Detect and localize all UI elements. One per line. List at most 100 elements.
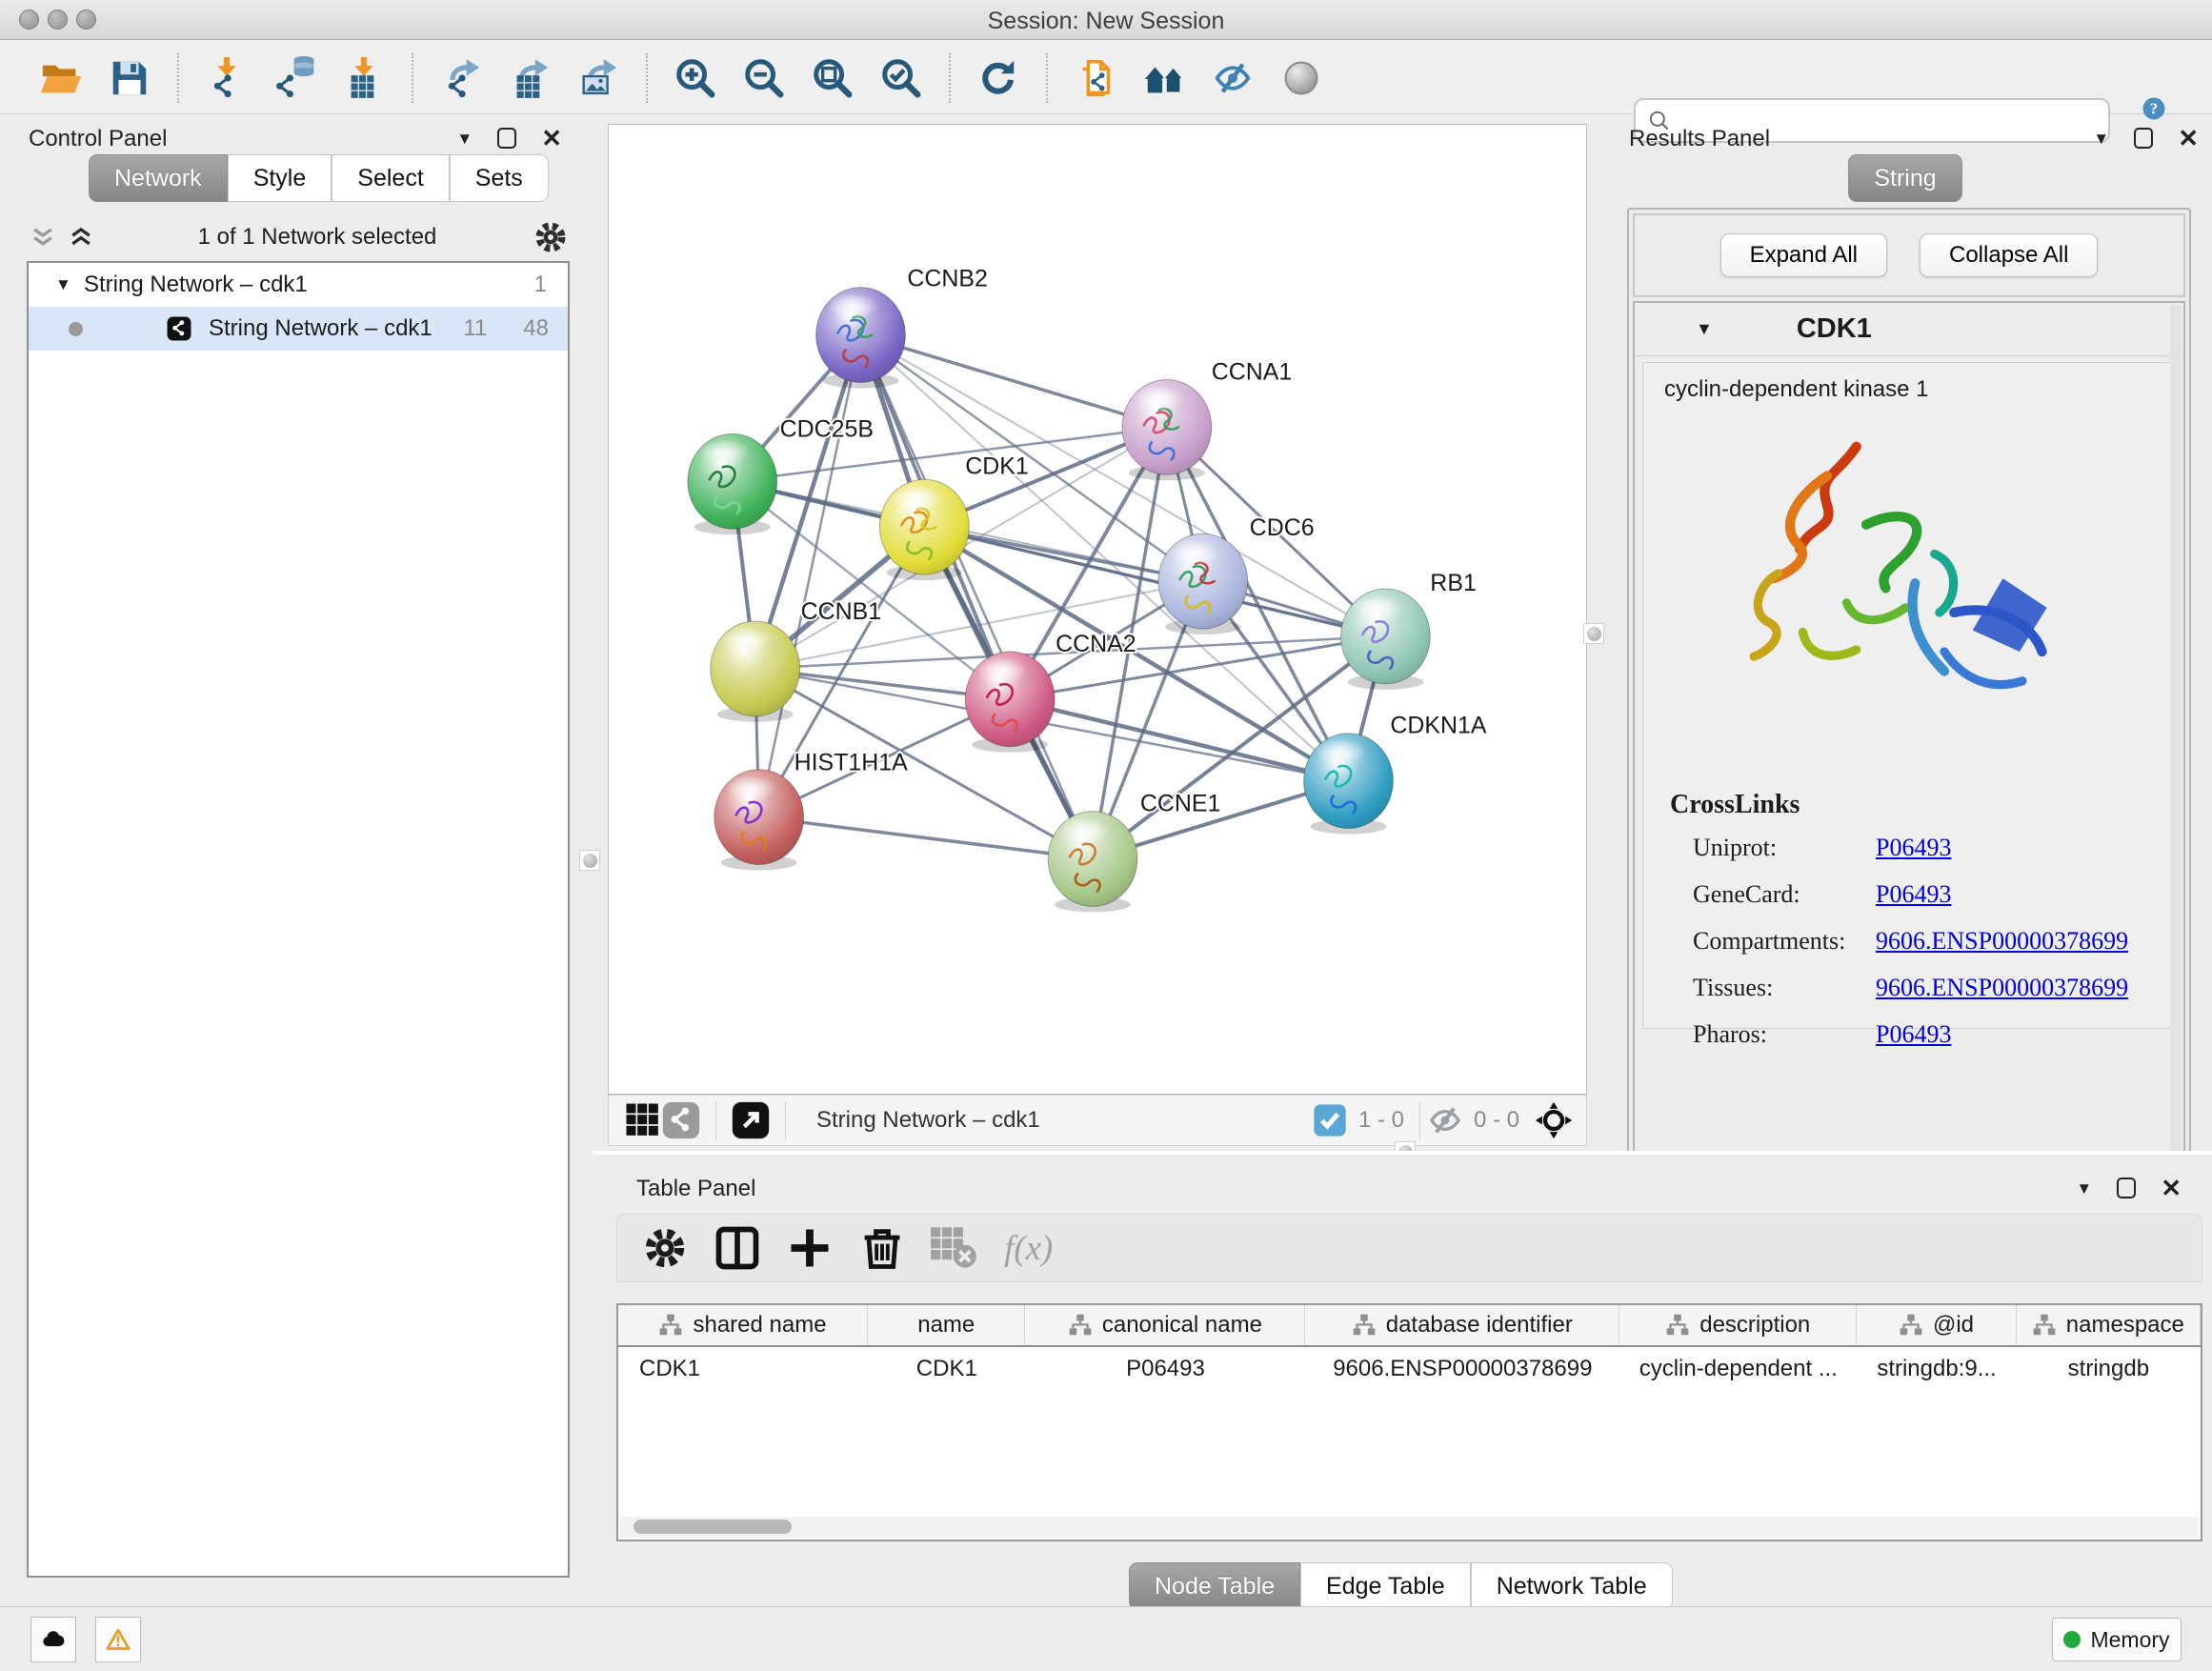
- node-ccne1[interactable]: [1048, 812, 1137, 913]
- tab-network-table[interactable]: Network Table: [1471, 1562, 1673, 1610]
- edge-ccnb2-ccna1[interactable]: [860, 335, 1166, 428]
- import-network-file-button[interactable]: [202, 53, 251, 103]
- panel-collapse-icon[interactable]: ▼: [456, 131, 473, 147]
- hidden-eye-icon[interactable]: [1426, 1101, 1464, 1139]
- tab-node-table[interactable]: Node Table: [1129, 1562, 1300, 1610]
- results-float-icon[interactable]: [2134, 128, 2153, 149]
- detach-view-icon[interactable]: [732, 1101, 770, 1139]
- crosslink-value-link[interactable]: 9606.ENSP00000378699: [1876, 974, 2128, 1002]
- cloud-status-button[interactable]: [30, 1617, 76, 1662]
- panel-float-icon[interactable]: [497, 128, 516, 149]
- help-icon: ?: [2142, 96, 2166, 121]
- table-float-icon[interactable]: [2117, 1178, 2136, 1198]
- hidden-node-edge-count: 0 - 0: [1474, 1107, 1519, 1134]
- left-splitter-handle[interactable]: [579, 850, 600, 871]
- crosslink-value-link[interactable]: P06493: [1876, 834, 1951, 862]
- column-header-namespace[interactable]: namespace: [2017, 1305, 2201, 1345]
- table-horizontal-scrollbar[interactable]: [620, 1517, 2199, 1538]
- split-columns-button[interactable]: [713, 1223, 762, 1273]
- open-session-button[interactable]: [36, 53, 86, 103]
- table-cell[interactable]: CDK1: [618, 1356, 868, 1382]
- export-image-button[interactable]: [573, 53, 623, 103]
- results-close-icon[interactable]: ✕: [2178, 126, 2199, 151]
- zoom-out-button[interactable]: [739, 53, 789, 103]
- node-hist1h1a[interactable]: [714, 770, 804, 871]
- string-network-graph[interactable]: CCNB2CCNA1CDC25BCDK1CDC6RB1CCNB1CCNA2CDK…: [609, 125, 1586, 1094]
- tab-select[interactable]: Select: [332, 154, 449, 202]
- tree-expander-icon[interactable]: ▼: [55, 275, 84, 294]
- gene-section-header[interactable]: ▼ CDK1: [1635, 303, 2183, 356]
- tab-network[interactable]: Network: [89, 154, 228, 202]
- table-row[interactable]: CDK1CDK1P064939606.ENSP00000378699cyclin…: [618, 1347, 2201, 1391]
- panel-close-icon[interactable]: ✕: [541, 126, 562, 151]
- delete-column-button[interactable]: [857, 1223, 907, 1273]
- network-options-gear-icon[interactable]: [532, 218, 570, 256]
- table-collapse-icon[interactable]: ▼: [2076, 1180, 2092, 1197]
- table-cell[interactable]: 9606.ENSP00000378699: [1305, 1356, 1619, 1382]
- memory-button[interactable]: Memory: [2052, 1618, 2182, 1661]
- results-vertical-scrollbar[interactable]: [2170, 305, 2182, 1212]
- gene-description: cyclin-dependent kinase 1: [1664, 376, 2175, 403]
- expand-all-button[interactable]: Expand All: [1720, 233, 1887, 277]
- node-ccnb1[interactable]: [711, 621, 800, 722]
- table-settings-button[interactable]: [640, 1223, 690, 1273]
- string-home-button[interactable]: [1139, 53, 1189, 103]
- results-collapse-icon[interactable]: ▼: [2093, 131, 2109, 147]
- network-row-selected[interactable]: String Network – cdk1 11 48: [29, 307, 568, 351]
- import-network-database-button[interactable]: [271, 53, 320, 103]
- zoom-in-button[interactable]: [671, 53, 720, 103]
- hide-graphics-button[interactable]: [1208, 53, 1257, 103]
- right-splitter-handle[interactable]: [1583, 623, 1604, 644]
- save-session-button[interactable]: [105, 53, 154, 103]
- edge-ccnb2-hist1h1a[interactable]: [759, 335, 861, 817]
- collapse-all-button[interactable]: Collapse All: [1920, 233, 2098, 277]
- add-column-button[interactable]: [785, 1223, 835, 1273]
- tab-sets[interactable]: Sets: [450, 154, 549, 202]
- table-cell[interactable]: CDK1: [868, 1356, 1025, 1382]
- expand-all-icon[interactable]: [65, 223, 97, 252]
- warning-status-button[interactable]: [95, 1617, 141, 1662]
- column-header-canonical-name[interactable]: canonical name: [1025, 1305, 1305, 1345]
- crosslink-value-link[interactable]: P06493: [1876, 880, 1951, 909]
- zoom-fit-button[interactable]: [808, 53, 857, 103]
- node-rb1[interactable]: [1340, 589, 1430, 690]
- export-table-button[interactable]: [505, 53, 554, 103]
- tab-edge-table[interactable]: Edge Table: [1300, 1562, 1471, 1610]
- table-cell[interactable]: cyclin-dependent ...: [1619, 1356, 1857, 1382]
- table-cell[interactable]: stringdb:9...: [1857, 1356, 2016, 1382]
- edge-ccnb2-ccne1[interactable]: [860, 335, 1093, 859]
- selected-checkbox-icon[interactable]: [1311, 1101, 1349, 1139]
- tab-style[interactable]: Style: [228, 154, 332, 202]
- network-share-icon[interactable]: [662, 1101, 700, 1139]
- open-session-icon: [39, 56, 83, 100]
- node-cdkn1a[interactable]: [1304, 734, 1394, 835]
- network-collection-row[interactable]: ▼ String Network – cdk1 1: [29, 263, 568, 307]
- crosslink-value-link[interactable]: P06493: [1876, 1020, 1951, 1049]
- show-graphics-button[interactable]: [1277, 53, 1326, 103]
- node-ccna1[interactable]: [1122, 379, 1212, 480]
- refresh-view-button[interactable]: [974, 53, 1023, 103]
- collapse-all-icon[interactable]: [27, 223, 59, 252]
- edge-hist1h1a-ccne1[interactable]: [759, 817, 1093, 859]
- grid-view-icon[interactable]: [624, 1101, 662, 1139]
- column-header--id[interactable]: @id: [1857, 1305, 2016, 1345]
- tab-string[interactable]: String: [1848, 154, 1961, 202]
- birds-eye-view-icon[interactable]: [1535, 1101, 1573, 1139]
- column-header-name[interactable]: name: [868, 1305, 1025, 1345]
- export-network-button[interactable]: [436, 53, 486, 103]
- table-cell[interactable]: stringdb: [2017, 1356, 2201, 1382]
- import-table-file-button[interactable]: [339, 53, 389, 103]
- crosslink-value-link[interactable]: 9606.ENSP00000378699: [1876, 927, 2128, 956]
- table-close-icon[interactable]: ✕: [2161, 1176, 2182, 1200]
- node-table[interactable]: shared namenamecanonical namedatabase id…: [616, 1303, 2202, 1541]
- column-header-shared-name[interactable]: shared name: [618, 1305, 868, 1345]
- network-canvas[interactable]: CCNB2CCNA1CDC25BCDK1CDC6RB1CCNB1CCNA2CDK…: [608, 124, 1587, 1095]
- column-header-database-identifier[interactable]: database identifier: [1305, 1305, 1619, 1345]
- gene-expander-icon[interactable]: ▼: [1696, 319, 1713, 339]
- zoom-selected-button[interactable]: [876, 53, 926, 103]
- node-cdc25b[interactable]: [688, 433, 777, 534]
- node-ccna2[interactable]: [965, 652, 1055, 753]
- table-cell[interactable]: P06493: [1026, 1356, 1306, 1382]
- share-document-button[interactable]: [1071, 53, 1120, 103]
- column-header-description[interactable]: description: [1619, 1305, 1857, 1345]
